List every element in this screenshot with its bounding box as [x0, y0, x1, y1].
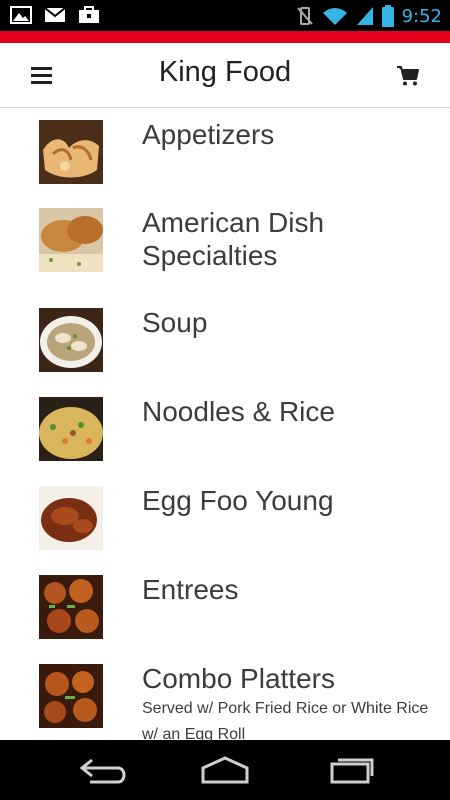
category-description: Served w/ Pork Fried Rice or White Rice …: [142, 700, 429, 740]
category-item-appetizers[interactable]: Appetizers: [0, 108, 450, 196]
system-navigation-bar: [0, 740, 450, 800]
category-item-american-dish-specialties[interactable]: American Dish Specialties: [0, 196, 450, 296]
category-list: Appetizers American Dish Specialties Sou…: [0, 108, 450, 740]
category-title: Entrees: [142, 574, 239, 605]
cart-icon[interactable]: [396, 65, 420, 87]
gallery-notification-icon: [10, 6, 32, 24]
recent-apps-icon[interactable]: [320, 752, 380, 788]
category-item-noodles-rice[interactable]: Noodles & Rice: [0, 385, 450, 474]
combo-platters-thumbnail: [39, 664, 103, 728]
entrees-thumbnail: [39, 575, 103, 639]
category-title: Egg Foo Young: [142, 485, 334, 516]
app-title: King Food: [158, 56, 292, 88]
home-icon[interactable]: [195, 752, 255, 788]
battery-icon: [381, 5, 394, 27]
briefcase-notification-icon: [79, 6, 99, 23]
egg-foo-young-thumbnail: [39, 486, 103, 550]
category-item-egg-foo-young[interactable]: Egg Foo Young: [0, 474, 450, 563]
category-title: Noodles & Rice: [142, 396, 335, 427]
category-item-soup[interactable]: Soup: [0, 296, 450, 385]
category-title: Soup: [142, 307, 208, 338]
brand-strip: [0, 31, 450, 43]
soup-thumbnail: [39, 308, 103, 372]
status-bar: 9:52: [0, 0, 450, 31]
category-item-entrees[interactable]: Entrees: [0, 563, 450, 652]
vibrate-muted-icon: [296, 7, 313, 25]
american-dish-thumbnail: [39, 208, 103, 272]
category-title: American Dish Specialties: [142, 207, 325, 271]
back-icon[interactable]: [70, 752, 130, 788]
app-bar: King Food: [0, 43, 450, 108]
category-title: Appetizers: [142, 119, 275, 150]
category-item-combo-platters[interactable]: Combo Platters Served w/ Pork Fried Rice…: [0, 652, 450, 740]
status-time: 9:52: [401, 5, 442, 27]
gmail-notification-icon: [44, 7, 66, 22]
wifi-icon: [322, 8, 347, 25]
signal-icon: [356, 7, 373, 25]
appetizers-thumbnail: [39, 120, 103, 184]
category-title: Combo Platters: [142, 663, 335, 694]
noodles-rice-thumbnail: [39, 397, 103, 461]
